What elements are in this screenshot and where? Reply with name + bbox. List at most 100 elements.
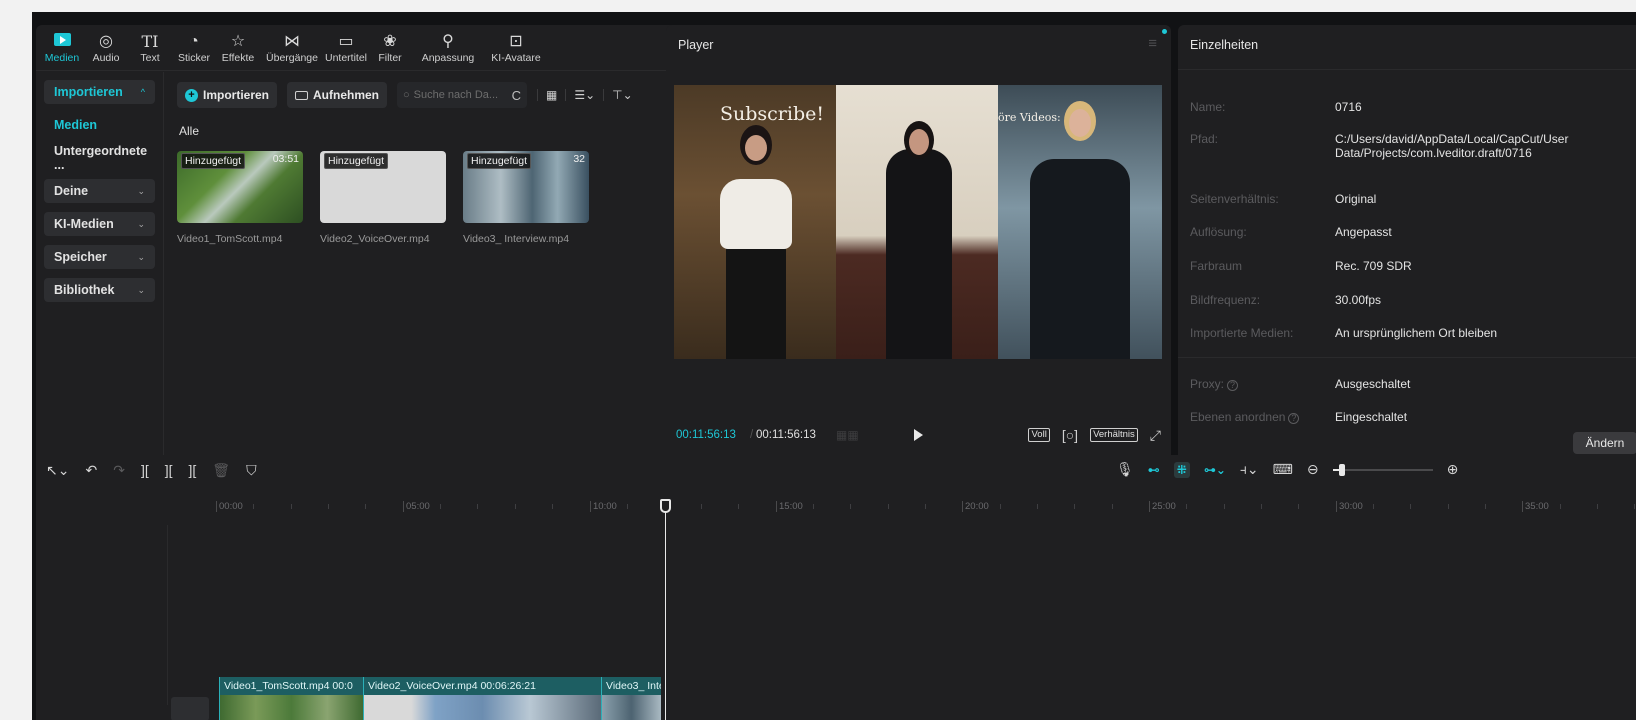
preview-axis-icon[interactable]: ⫞⌄ — [1240, 461, 1259, 478]
full-quality-button[interactable]: Voll — [1028, 428, 1050, 442]
select-tool-icon[interactable]: ↖⌄ — [46, 462, 69, 479]
preview-segment-left: Subscribe! — [674, 85, 836, 359]
redo-icon[interactable]: ↷ — [113, 462, 125, 479]
ruler-minor-tick — [1223, 504, 1225, 509]
tab-transitions[interactable]: ⋈ Übergänge — [260, 25, 324, 71]
audio-icon: ◎ — [99, 33, 113, 50]
tab-sticker[interactable]: ◔ Sticker — [172, 25, 216, 71]
filter-icon: ❀ — [383, 33, 397, 50]
details-title: Einzelheiten — [1190, 38, 1259, 52]
fullscreen-icon[interactable]: ⤢ — [1150, 427, 1161, 444]
timecode-grid-icon[interactable]: ▦▦ — [836, 428, 859, 442]
added-badge: Hinzugefügt — [181, 153, 246, 169]
zoom-out-icon[interactable]: ⊖ — [1307, 461, 1319, 478]
media-item[interactable]: Hinzugefügt Video2_VoiceOver.mp4 — [320, 151, 446, 245]
refresh-icon[interactable]: C — [512, 88, 521, 103]
media-thumbnail[interactable]: Hinzugefügt 32 — [463, 151, 589, 223]
tab-ai-avatars[interactable]: ⊡ KI-Avatare — [484, 25, 548, 71]
ruler-minor-tick — [327, 504, 329, 509]
sidebar-item-media[interactable]: Medien — [44, 113, 155, 137]
filter-sort-icon[interactable]: ⊤⌄ — [612, 88, 633, 102]
sidebar-item-storage[interactable]: Speicher ⌄ — [44, 245, 155, 269]
timeline-clip[interactable]: Video2_VoiceOver.mp4 00:06:26:21 — [363, 677, 601, 720]
media-thumbnail[interactable]: Hinzugefügt — [320, 151, 446, 223]
effects-icon: ☆ — [230, 33, 246, 50]
marker-icon[interactable]: ⛉ — [246, 462, 257, 479]
tab-audio[interactable]: ◎ Audio — [84, 25, 128, 71]
track-header-button[interactable] — [171, 697, 209, 720]
microphone-icon[interactable]: 🎙 — [1116, 461, 1134, 478]
help-icon[interactable]: ? — [1288, 413, 1300, 424]
change-button[interactable]: Ändern — [1573, 432, 1636, 454]
tab-text[interactable]: TI Text — [128, 25, 172, 71]
split-right-icon[interactable]: ][ — [189, 462, 197, 479]
details-panel: Einzelheiten Name: 0716 Pfad: C:/Users/d… — [1178, 25, 1636, 462]
tab-filter[interactable]: ❀ Filter — [368, 25, 412, 71]
sidebar-item-yours[interactable]: Deine ⌄ — [44, 179, 155, 203]
main-track-magnet-icon[interactable]: ⊷ — [1148, 463, 1160, 477]
tab-subtitles[interactable]: ▭ Untertitel — [324, 25, 368, 71]
ruler-minor-tick — [1298, 504, 1300, 509]
search-input[interactable]: Suche nach Da... — [414, 89, 498, 101]
auto-snap-icon[interactable]: ⁜ — [1173, 461, 1190, 478]
search-box[interactable]: ○ Suche nach Da... C — [397, 82, 528, 108]
timeline-clip[interactable]: Video3_ Inte — [601, 677, 661, 720]
sticker-icon: ◔ — [189, 33, 199, 50]
current-time: 00:11:56:13 — [676, 429, 736, 441]
chevron-down-icon: ⌄ — [137, 251, 145, 262]
record-button[interactable]: Aufnehmen — [287, 82, 388, 108]
linkage-icon[interactable]: ⊶⌄ — [1204, 463, 1226, 477]
sidebar-item-library[interactable]: Bibliothek ⌄ — [44, 278, 155, 302]
adjust-icon: ⚲ — [442, 33, 454, 50]
player-title: Player — [678, 38, 714, 52]
added-badge: Hinzugefügt — [324, 153, 389, 169]
ruler-minor-tick — [701, 504, 703, 509]
aspect-ratio-button[interactable]: Verhältnis — [1090, 428, 1138, 442]
media-thumbnail[interactable]: Hinzugefügt 03:51 — [177, 151, 303, 223]
playhead[interactable] — [665, 503, 666, 720]
camera-icon — [295, 90, 309, 100]
chevron-up-icon: ^ — [140, 87, 145, 97]
import-button[interactable]: + Importieren — [177, 82, 278, 108]
sort-icon[interactable]: ☰⌄ — [574, 88, 595, 102]
media-content: + Importieren Aufnehmen ○ Suche nach Da.… — [165, 72, 716, 462]
media-sidebar: Importieren ^ Medien Untergeordnete ... … — [36, 72, 164, 462]
tab-effects[interactable]: ☆ Effekte — [216, 25, 260, 71]
split-icon[interactable]: ][ — [141, 462, 149, 479]
media-duration: 03:51 — [272, 153, 299, 165]
play-icon[interactable] — [914, 429, 923, 441]
tab-adjust[interactable]: ⚲ Anpassung — [412, 25, 484, 71]
track-header-divider — [167, 525, 168, 705]
sidebar-item-sub[interactable]: Untergeordnete ... — [44, 144, 155, 172]
clip-label: Video1_TomScott.mp4 00:0 — [224, 680, 353, 692]
media-panel: Medien ◎ Audio TI Text ◔ Sticker ☆ Effek… — [36, 25, 716, 462]
media-item[interactable]: Hinzugefügt 32 Video3_ Interview.mp4 — [463, 151, 589, 245]
zoom-fit-icon[interactable]: [○] — [1062, 427, 1078, 443]
video-preview[interactable]: Subscribe! öre Videos: — [674, 85, 1162, 359]
delete-icon[interactable]: 🗑 — [212, 462, 230, 479]
captions-icon[interactable]: ⌨ — [1273, 461, 1293, 478]
undo-icon[interactable]: ↶ — [85, 462, 97, 479]
ruler-minor-tick — [1074, 504, 1076, 509]
zoom-in-icon[interactable]: ⊕ — [1447, 461, 1459, 478]
ruler-minor-tick — [1260, 504, 1262, 509]
playhead-handle[interactable] — [660, 499, 671, 513]
ruler-minor-tick — [1484, 504, 1486, 509]
ruler-minor-tick — [1372, 504, 1374, 509]
ruler-minor-tick — [813, 504, 815, 509]
split-left-icon[interactable]: ][ — [165, 462, 173, 479]
tab-media[interactable]: Medien — [40, 25, 84, 71]
zoom-slider[interactable] — [1332, 463, 1433, 477]
ruler-minor-tick — [1447, 504, 1449, 509]
sidebar-item-ai-media[interactable]: KI-Medien ⌄ — [44, 212, 155, 236]
timeline-clip[interactable]: Video1_TomScott.mp4 00:0 — [219, 677, 363, 720]
menu-icon[interactable]: ≡ — [1148, 35, 1157, 52]
media-item[interactable]: Hinzugefügt 03:51 Video1_TomScott.mp4 — [177, 151, 303, 245]
help-icon[interactable]: ? — [1227, 380, 1239, 391]
section-label-all: Alle — [179, 124, 200, 138]
grid-view-icon[interactable]: ▦ — [546, 88, 557, 102]
sidebar-item-import[interactable]: Importieren ^ — [44, 80, 155, 104]
timeline-ruler[interactable]: 00:00 05:00 10:00 15:00 20:00 25:00 30:0… — [36, 501, 1636, 521]
clip-label: Video3_ Inte — [606, 680, 661, 692]
timeline-panel: ↖⌄ ↶ ↷ ][ ][ ][ 🗑 ⛉ 🎙 ⊷ ⁜ ⊶⌄ ⫞⌄ ⌨ ⊖ ⊕ 00… — [36, 455, 1636, 720]
